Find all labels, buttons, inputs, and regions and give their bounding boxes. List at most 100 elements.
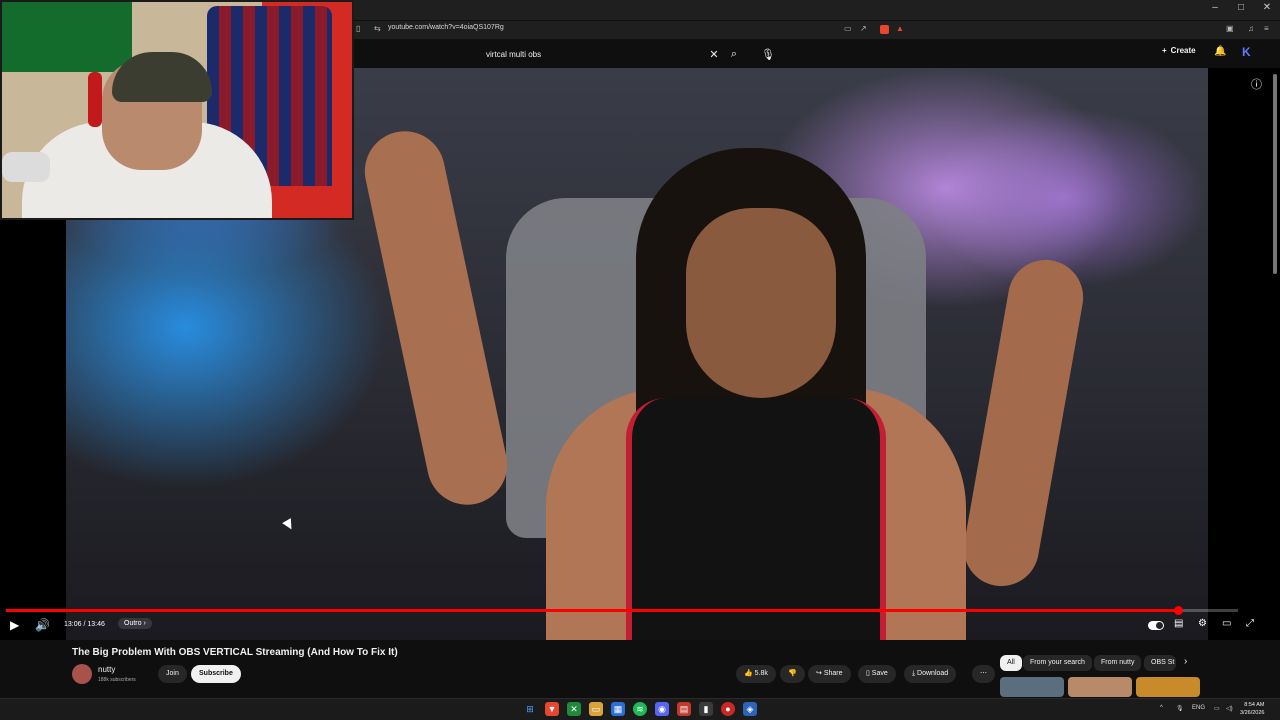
search-input[interactable]: virtcal multi obs — [478, 50, 704, 59]
share-page-icon[interactable]: ↗ — [860, 24, 867, 33]
notifications-bell-icon[interactable]: 🔔 — [1214, 46, 1226, 57]
minimize-button[interactable]: – — [1208, 2, 1222, 13]
video-title: The Big Problem With OBS VERTICAL Stream… — [72, 647, 398, 658]
chip-obs[interactable]: OBS St — [1144, 655, 1176, 671]
thumbs-up-icon: 👍 — [744, 670, 755, 677]
language-indicator[interactable]: ENG — [1192, 705, 1205, 711]
like-button[interactable]: 👍 5.8k — [736, 665, 776, 683]
presenter-face — [686, 208, 836, 398]
basketball-jersey — [626, 398, 886, 640]
sidebar-icon[interactable]: ▣ — [1226, 24, 1234, 33]
spotify-icon[interactable]: ≋ — [633, 702, 647, 716]
clock-time: 8:54 AM — [1244, 702, 1265, 708]
tray-mic-icon[interactable]: 🎙 — [1176, 705, 1184, 712]
chip-all[interactable]: All — [1000, 655, 1022, 671]
clock-date: 3/26/2026 — [1240, 710, 1265, 716]
raised-left-arm — [357, 123, 515, 513]
cast-icon[interactable]: ▭ — [844, 24, 852, 33]
save-button[interactable]: ▯ Save — [858, 665, 896, 683]
record-app-icon[interactable]: ● — [721, 702, 735, 716]
brave-shields-icon[interactable] — [880, 25, 889, 34]
clear-search-icon[interactable]: ✕ — [704, 44, 724, 64]
calendar-app-icon[interactable]: ▤ — [677, 702, 691, 716]
search-icon[interactable]: ⌕ — [724, 44, 744, 64]
maximize-button[interactable]: □ — [1234, 2, 1248, 13]
windows-start-icon[interactable]: ⊞ — [523, 702, 537, 716]
file-explorer-icon[interactable]: ▭ — [589, 702, 603, 716]
download-button[interactable]: ⤓ Download — [904, 665, 957, 683]
create-label: Create — [1170, 46, 1196, 55]
theater-mode-icon[interactable]: ▭ — [1222, 618, 1231, 629]
music-icon[interactable]: ♫ — [1248, 24, 1254, 33]
chip-from-your-search[interactable]: From your search — [1023, 655, 1092, 671]
create-button[interactable]: + Create — [1162, 46, 1196, 55]
store-icon[interactable]: ▦ — [611, 702, 625, 716]
more-actions-button[interactable]: ⋯ — [972, 665, 995, 683]
info-icon[interactable]: ⓘ — [1251, 76, 1262, 92]
url-text[interactable]: youtube.com/watch?v=4oiaQS107Rg — [388, 24, 504, 31]
network-icon[interactable]: ▭ — [1214, 705, 1220, 712]
progress-fill — [6, 609, 1178, 612]
streamer-cap — [112, 52, 212, 102]
player-controls: ▶ 🔊 13:06 / 13:46 Outro › ▤ ⚙ ▭ ⤢ — [0, 614, 1280, 638]
more-icon: ⋯ — [980, 670, 987, 677]
site-info-icon[interactable]: ⇆ — [374, 24, 381, 33]
scrollbar-thumb[interactable] — [1273, 74, 1277, 274]
recommended-thumbnail[interactable] — [1000, 677, 1064, 697]
brave-rewards-icon[interactable]: ▲ — [896, 24, 904, 33]
close-window-button[interactable]: ✕ — [1260, 2, 1274, 13]
subscriber-count: 188k subscribers — [98, 677, 136, 683]
menu-icon[interactable]: ≡ — [1264, 24, 1269, 33]
green-flag — [2, 2, 132, 72]
tray-chevron-icon[interactable]: ^ — [1160, 705, 1163, 711]
dislike-button[interactable]: 👎 — [780, 665, 805, 683]
play-icon[interactable]: ▶ — [10, 618, 19, 632]
bookmark-icon[interactable]: ▯ — [356, 24, 360, 33]
app-icon[interactable]: ▮ — [699, 702, 713, 716]
share-button[interactable]: ↪ Share — [808, 665, 851, 683]
subscribe-button[interactable]: Subscribe — [191, 665, 241, 683]
address-bar[interactable]: ▯ ⇆ youtube.com/watch?v=4oiaQS107Rg ▭ ↗ … — [350, 21, 1280, 39]
microphone-icon[interactable]: 🎙 — [758, 44, 778, 64]
brave-browser-icon[interactable]: ▼ — [545, 702, 559, 716]
thumbs-down-icon: 👎 — [788, 670, 797, 677]
progress-bar[interactable] — [6, 606, 1238, 615]
plus-icon: + — [1162, 46, 1167, 55]
streamer-webcam-overlay — [0, 0, 354, 220]
raised-right-arm — [957, 253, 1090, 593]
discord-icon[interactable]: ◉ — [655, 702, 669, 716]
share-icon: ↪ — [816, 670, 824, 677]
youtube-header: virtcal multi obs ✕ ⌕ 🎙 + Create 🔔 K — [350, 40, 1280, 68]
join-button[interactable]: Join — [158, 665, 187, 683]
xbox-icon[interactable]: ✕ — [567, 702, 581, 716]
microphone — [2, 152, 50, 182]
volume-icon[interactable]: 🔊 — [35, 618, 50, 632]
channel-name[interactable]: nutty — [98, 665, 115, 674]
download-label: Download — [917, 670, 949, 677]
share-label: Share — [823, 670, 843, 677]
red-headset — [88, 72, 102, 127]
recommended-thumbnail[interactable] — [1136, 677, 1200, 697]
autoplay-toggle[interactable] — [1148, 621, 1164, 630]
time-display: 13:06 / 13:46 — [64, 621, 105, 628]
chevron-right-icon[interactable]: › — [1184, 656, 1187, 667]
account-avatar[interactable]: K — [1242, 45, 1251, 59]
settings-gear-icon[interactable]: ⚙ — [1198, 618, 1207, 629]
page-scrollbar[interactable] — [1272, 68, 1278, 698]
screen: – □ ✕ ▯ ⇆ youtube.com/watch?v=4oiaQS107R… — [0, 0, 1280, 720]
fullscreen-icon[interactable]: ⤢ — [1246, 618, 1254, 629]
chapter-button[interactable]: Outro › — [118, 618, 152, 629]
chapter-label: Outro — [124, 620, 142, 627]
captions-icon[interactable]: ▤ — [1174, 618, 1183, 629]
channel-avatar[interactable] — [72, 664, 92, 684]
like-count: 5.8k — [754, 670, 768, 677]
search-bar[interactable]: virtcal multi obs ✕ ⌕ 🎙 — [478, 44, 778, 64]
speaker-icon[interactable]: ◁) — [1226, 705, 1233, 712]
chip-from-nutty[interactable]: From nutty — [1094, 655, 1142, 671]
window-controls: – □ ✕ — [1208, 2, 1274, 13]
recommended-thumbnail[interactable] — [1068, 677, 1132, 697]
windows-taskbar: ⊞ ▼ ✕ ▭ ▦ ≋ ◉ ▤ ▮ ● ◈ ^ 🎙 ENG ▭ ◁) 8:54 … — [0, 698, 1280, 720]
save-label: Save — [871, 670, 888, 677]
system-clock[interactable]: 8:54 AM 3/26/2026 — [1240, 701, 1264, 717]
shield-app-icon[interactable]: ◈ — [743, 702, 757, 716]
